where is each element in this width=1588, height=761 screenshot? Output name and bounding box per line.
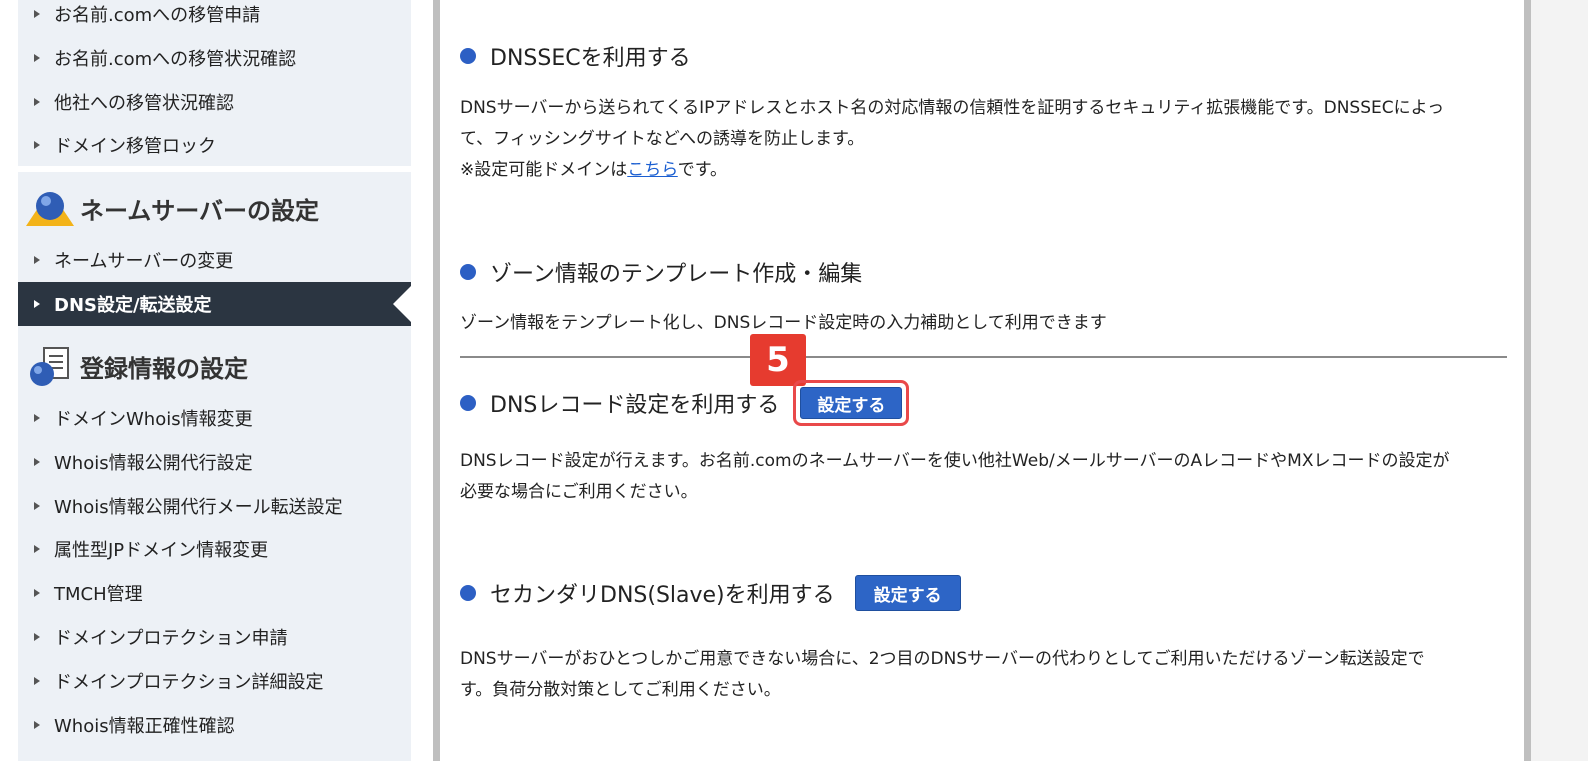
bullet-icon [34,545,40,553]
sidebar-item-transfer-out-status[interactable]: 他社への移管状況確認 [18,80,411,124]
bullet-icon [34,256,40,264]
person-globe-icon [24,186,76,230]
dns-record-title: DNSレコード設定を利用する [490,393,780,418]
sidebar: お名前.comへの移管申請 お名前.comへの移管状況確認 他社への移管状況確認… [18,0,411,761]
bullet-icon [34,677,40,685]
bullet-icon [34,414,40,422]
dns-record-description: DNSレコード設定が行えます。お名前.comのネームサーバーを使い他社Web/メ… [460,446,1500,508]
bullet-icon [34,141,40,149]
sidebar-item-whois-accuracy[interactable]: Whois情報正確性確認 [18,703,411,747]
sidebar-item-nameserver-change[interactable]: ネームサーバーの変更 [18,238,411,282]
dnssec-note: ※設定可能ドメインはこちらです。 [460,155,1500,186]
content-frame-left-border [433,0,440,761]
secondary-dns-desc-line2: す。負荷分散対策としてご利用ください。 [460,680,781,700]
bullet-icon [34,721,40,729]
secondary-dns-description: DNSサーバーがおひとつしかご用意できない場合に、2つ目のDNSサーバーの代わり… [460,644,1500,706]
sidebar-item-tmch[interactable]: TMCH管理 [18,571,411,615]
section-registration-heading: 登録情報の設定 [18,336,411,396]
sidebar-item-jp-domain[interactable]: 属性型JPドメイン情報変更 [18,527,411,571]
sidebar-item-transfer-status[interactable]: お名前.comへの移管状況確認 [18,36,411,80]
sidebar-item-label: 他社への移管状況確認 [54,93,234,114]
sidebar-item-label: ネームサーバーの変更 [54,251,234,272]
bullet-icon [34,54,40,62]
sidebar-item-label: ドメイン移管ロック [54,136,216,157]
page-right-margin [1531,0,1588,761]
sidebar-item-transfer-apply[interactable]: お名前.comへの移管申請 [18,0,411,36]
dns-record-desc-line1: DNSレコード設定が行えます。お名前.comのネームサーバーを使い他社Web/メ… [460,451,1450,471]
step-number-badge: 5 [750,334,806,386]
main-content: DNSSECを利用する DNSサーバーから送られてくるIPアドレスとホスト名の対… [440,0,1524,761]
sidebar-item-label: ドメインプロテクション詳細設定 [54,672,324,693]
sidebar-item-whois-proxy[interactable]: Whois情報公開代行設定 [18,440,411,484]
sidebar-item-label: Whois情報公開代行メール転送設定 [54,497,343,518]
bullet-icon [34,300,40,308]
bullet-icon [34,589,40,597]
bullet-icon [34,633,40,641]
secondary-dns-heading: セカンダリDNS(Slave)を利用する 設定する [460,575,961,611]
section-nameserver-title: ネームサーバーの設定 [80,196,320,225]
dnssec-title: DNSSECを利用する [490,46,691,71]
sidebar-item-dns-settings[interactable]: DNS設定/転送設定 [18,282,411,326]
section-registration-title: 登録情報の設定 [80,354,248,383]
sidebar-item-label: Whois情報公開代行設定 [54,453,253,474]
sidebar-item-label: ドメインプロテクション申請 [54,628,288,649]
bullet-dot-icon [460,264,476,280]
section-divider [460,356,1507,358]
sidebar-item-label: ドメインWhois情報変更 [54,409,253,430]
sidebar-item-transfer-lock[interactable]: ドメイン移管ロック [18,123,411,167]
bullet-icon [34,98,40,106]
bullet-dot-icon [460,585,476,601]
zone-template-description: ゾーン情報をテンプレート化し、DNSレコード設定時の入力補助として利用できます [460,308,1500,339]
section-nameserver-heading: ネームサーバーの設定 [18,178,411,238]
bullet-dot-icon [460,48,476,64]
bullet-icon [34,502,40,510]
highlight-frame: 設定する [793,380,910,426]
dns-record-settings-button[interactable]: 設定する [800,387,903,419]
sidebar-item-label: 属性型JPドメイン情報変更 [54,540,269,561]
dnssec-domains-link[interactable]: こちら [627,160,678,180]
zone-template-heading: ゾーン情報のテンプレート作成・編集 [460,256,862,288]
dns-record-desc-line2: 必要な場合にご利用ください。 [460,482,698,502]
sidebar-item-label: お名前.comへの移管申請 [54,5,261,26]
sidebar-item-whois-proxy-mail[interactable]: Whois情報公開代行メール転送設定 [18,484,411,528]
dnssec-desc-line2: て、フィッシングサイトなどへの誘導を防止します。 [460,129,865,149]
sidebar-item-whois-change[interactable]: ドメインWhois情報変更 [18,396,411,440]
dns-record-heading: DNSレコード設定を利用する 設定する [460,380,910,426]
bullet-dot-icon [460,395,476,411]
dnssec-desc-line1: DNSサーバーから送られてくるIPアドレスとホスト名の対応情報の信頼性を証明する… [460,98,1445,118]
sidebar-divider [18,166,411,172]
zone-template-title: ゾーン情報のテンプレート作成・編集 [490,262,863,287]
sidebar-item-label: Whois情報正確性確認 [54,716,235,737]
dnssec-description: DNSサーバーから送られてくるIPアドレスとホスト名の対応情報の信頼性を証明する… [460,93,1500,186]
sidebar-item-label: DNS設定/転送設定 [54,295,212,316]
bullet-icon [34,10,40,18]
sidebar-item-label: TMCH管理 [54,584,143,605]
sidebar-item-domain-protection[interactable]: ドメインプロテクション申請 [18,615,411,659]
dnssec-note-suffix: です。 [677,160,728,180]
zone-template-desc: ゾーン情報をテンプレート化し、DNSレコード設定時の入力補助として利用できます [460,313,1107,333]
dnssec-heading: DNSSECを利用する [460,40,691,72]
secondary-dns-title: セカンダリDNS(Slave)を利用する [490,583,835,608]
sidebar-item-domain-protection-detail[interactable]: ドメインプロテクション詳細設定 [18,659,411,703]
content-frame-right-border [1524,0,1531,761]
secondary-dns-desc-line1: DNSサーバーがおひとつしかご用意できない場合に、2つ目のDNSサーバーの代わり… [460,649,1425,669]
bullet-icon [34,458,40,466]
dnssec-note-prefix: ※設定可能ドメインは [460,160,628,180]
sidebar-item-label: お名前.comへの移管状況確認 [54,49,297,70]
document-globe-icon [24,344,76,388]
secondary-dns-settings-button[interactable]: 設定する [854,575,961,611]
